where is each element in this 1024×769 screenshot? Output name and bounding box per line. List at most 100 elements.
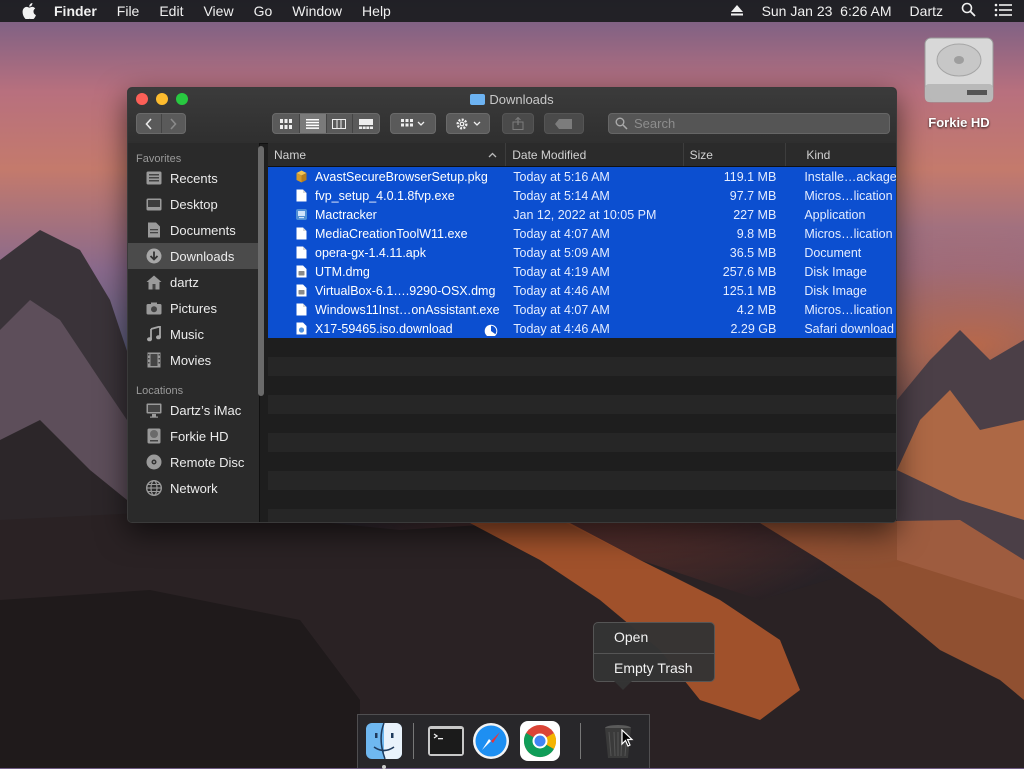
sidebar-item-imac[interactable]: Dartz’s iMac	[128, 397, 259, 423]
sidebar-item-label: dartz	[170, 274, 199, 290]
sidebar-item-label: Music	[170, 326, 204, 342]
sidebar-item-label: Dartz’s iMac	[170, 402, 242, 418]
window-title: Downloads	[128, 92, 896, 107]
menu-edit[interactable]: Edit	[159, 3, 183, 19]
sidebar-item-network[interactable]: Network	[128, 475, 259, 501]
file-kind-cell: Micros…lication	[804, 226, 893, 241]
table-row[interactable]: UTM.dmg Today at 4:19 AM 257.6 MB Disk I…	[268, 262, 896, 281]
column-view-button[interactable]	[327, 114, 354, 133]
disk-icon	[146, 428, 162, 444]
menu-app-finder[interactable]: Finder	[54, 3, 97, 19]
movies-icon	[146, 352, 162, 368]
file-date-cell: Today at 5:14 AM	[513, 188, 610, 203]
file-size-cell: 36.5 MB	[729, 245, 777, 260]
sidebar-item-label: Remote Disc	[170, 454, 245, 470]
table-row[interactable]: opera-gx-1.4.11.apk Today at 5:09 AM 36.…	[268, 243, 896, 262]
table-row[interactable]: Windows11Inst…onAssistant.exe Today at 4…	[268, 300, 896, 319]
notification-center-icon[interactable]	[994, 3, 1012, 20]
desktop-disk-forkie-hd[interactable]: Forkie HD	[918, 32, 1000, 130]
gallery-view-button[interactable]	[353, 114, 379, 133]
share-button[interactable]	[502, 113, 534, 134]
menu-help[interactable]: Help	[362, 3, 391, 19]
file-size-cell: 257.6 MB	[722, 264, 777, 279]
file-kind-cell: Disk Image	[804, 264, 867, 279]
desktop-icon	[146, 196, 162, 212]
column-header-size[interactable]: Size	[684, 143, 787, 166]
column-header-name[interactable]: Name	[268, 143, 507, 166]
column-header-date[interactable]: Date Modified	[506, 143, 684, 166]
tag-icon	[555, 118, 572, 129]
file-name-cell: Mactracker	[268, 208, 506, 222]
file-list: Name Date Modified Size Kind AvastSecure…	[268, 143, 896, 522]
table-row[interactable]: Mactracker Jan 12, 2022 at 10:05 PM 227 …	[268, 205, 896, 224]
file-size-cell: 97.7 MB	[729, 188, 777, 203]
sidebar-item-downloads[interactable]: Downloads	[128, 243, 259, 269]
network-icon	[146, 480, 162, 496]
apple-icon[interactable]	[20, 2, 38, 20]
file-size-cell: 125.1 MB	[722, 283, 777, 298]
sidebar-item-remote-disc[interactable]: Remote Disc	[128, 449, 259, 475]
menu-window[interactable]: Window	[292, 3, 342, 19]
disk-image-icon	[296, 265, 307, 278]
icon-view-button[interactable]	[273, 114, 300, 133]
menu-go[interactable]: Go	[254, 3, 273, 19]
safari-icon[interactable]	[471, 721, 511, 761]
sidebar-scrollbar[interactable]	[258, 146, 264, 396]
forward-button[interactable]	[162, 114, 185, 133]
column-header-kind[interactable]: Kind	[786, 143, 896, 166]
sidebar-item-desktop[interactable]: Desktop	[128, 191, 259, 217]
document-icon	[296, 303, 307, 316]
recents-icon	[146, 170, 162, 186]
table-row[interactable]: MediaCreationToolW11.exe Today at 4:07 A…	[268, 224, 896, 243]
terminal-icon[interactable]	[426, 721, 466, 761]
file-name-cell: AvastSecureBrowserSetup.pkg	[268, 170, 506, 184]
download-progress-indicator	[484, 324, 498, 336]
table-row[interactable]: VirtualBox-6.1….9290-OSX.dmg Today at 4:…	[268, 281, 896, 300]
finder-window: Downloads Search Favorites Recents Deskt…	[127, 87, 897, 523]
sidebar-item-recents[interactable]: Recents	[128, 165, 259, 191]
sidebar-item-movies[interactable]: Movies	[128, 347, 259, 373]
sidebar-item-music[interactable]: Music	[128, 321, 259, 347]
list-view-button[interactable]	[299, 114, 327, 133]
arrange-button[interactable]	[390, 113, 436, 134]
search-field[interactable]	[608, 113, 890, 134]
menu-file[interactable]: File	[117, 3, 140, 19]
menu-user[interactable]: Dartz	[910, 3, 943, 19]
menu-clock[interactable]: Sun Jan 23 6:26 AM	[762, 3, 892, 19]
file-size-cell: 119.1 MB	[723, 169, 777, 184]
file-kind-cell: Document	[804, 245, 862, 260]
search-input[interactable]	[632, 115, 836, 132]
file-size-cell: 9.8 MB	[736, 226, 777, 241]
back-button[interactable]	[137, 114, 162, 133]
sidebar-item-forkie-hd[interactable]: Forkie HD	[128, 423, 259, 449]
sidebar-item-pictures[interactable]: Pictures	[128, 295, 259, 321]
sidebar-item-dartz[interactable]: dartz	[128, 269, 259, 295]
tags-button[interactable]	[544, 113, 584, 134]
menu-pointer	[614, 681, 632, 690]
window-titlebar[interactable]: Downloads	[128, 88, 896, 144]
menu-view[interactable]: View	[203, 3, 233, 19]
table-row[interactable]: fvp_setup_4.0.1.8fvp.exe Today at 5:14 A…	[268, 186, 896, 205]
table-row[interactable]: AvastSecureBrowserSetup.pkg Today at 5:1…	[268, 167, 896, 186]
search-icon	[615, 117, 628, 130]
action-button[interactable]	[446, 113, 490, 134]
file-name-cell: VirtualBox-6.1….9290-OSX.dmg	[268, 284, 506, 298]
mouse-cursor-icon	[621, 729, 634, 747]
chrome-icon[interactable]	[520, 721, 560, 761]
remote-disc-icon	[146, 454, 162, 470]
finder-icon[interactable]	[364, 721, 404, 769]
sidebar-item-documents[interactable]: Documents	[128, 217, 259, 243]
view-mode-control	[272, 113, 380, 134]
menu-item-empty-trash[interactable]: Empty Trash	[614, 660, 693, 676]
spotlight-icon[interactable]	[961, 2, 976, 20]
table-row[interactable]: X17-59465.iso.download Today at 4:46 AM …	[268, 319, 896, 338]
empty-row	[268, 395, 896, 414]
file-kind-cell: Safari download	[804, 321, 894, 336]
document-icon	[296, 246, 307, 259]
file-kind-cell: Application	[804, 207, 866, 222]
menu-item-open[interactable]: Open	[614, 629, 648, 645]
eject-icon[interactable]	[730, 3, 744, 19]
pictures-icon	[146, 300, 162, 316]
file-name-cell: MediaCreationToolW11.exe	[268, 227, 506, 241]
chevron-left-icon	[145, 117, 152, 130]
